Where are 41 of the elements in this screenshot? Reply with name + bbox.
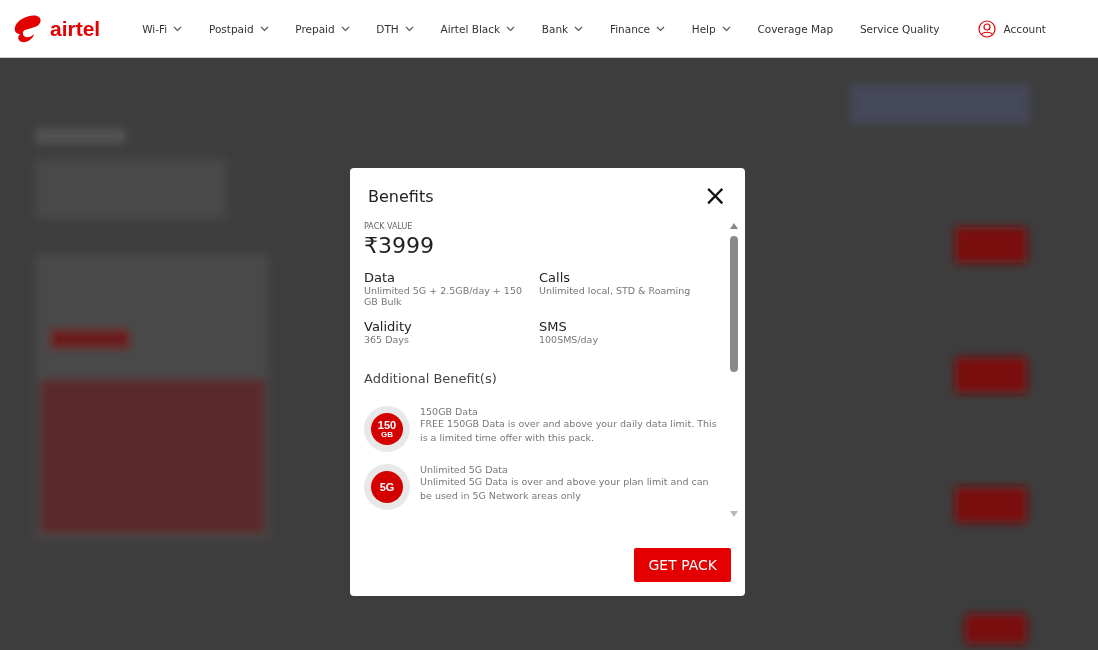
chevron-icon	[574, 25, 584, 32]
section-title: Additional Benefit(s)	[364, 371, 498, 386]
benefit-description: FREE 150GB Data is over and above your daily data limit. This is a limited time offer with this pack.	[420, 417, 718, 445]
benefit-title: 150GB Data	[420, 406, 479, 417]
nav-item[interactable]: Prepaid	[293, 18, 352, 39]
nav-item[interactable]: DTH	[374, 18, 416, 39]
pack-price: ₹3999	[364, 233, 435, 258]
detail-value: Unlimited 5G + 2.5GB/day + 150 GB Bulk	[364, 285, 523, 307]
chevron-icon	[404, 25, 414, 32]
detail-value: 365 Days	[364, 334, 410, 345]
detail-label: Data	[364, 270, 397, 285]
benefit-icon: 5G	[364, 464, 410, 510]
chevron-icon	[506, 25, 516, 32]
chevron-icon	[340, 25, 350, 32]
account-link[interactable]: Account	[971, 18, 1052, 39]
nav-item[interactable]: Airtel Black	[438, 18, 518, 39]
get-pack-button[interactable]: GET PACK	[634, 548, 731, 582]
dialog-title: Benefits	[368, 186, 434, 206]
nav-item[interactable]: Postpaid	[206, 18, 271, 39]
nav-item[interactable]: Bank	[539, 18, 586, 39]
detail-label: SMS	[539, 319, 568, 334]
close-button[interactable]: ×	[703, 184, 727, 208]
chevron-icon	[656, 25, 666, 32]
brand-name: airtel	[50, 16, 101, 41]
nav-item[interactable]: Wi-Fi	[140, 18, 185, 39]
detail-value: 100SMS/day	[539, 334, 600, 345]
detail-value: Unlimited local, STD & Roaming	[539, 285, 692, 296]
benefit-description: Unlimited 5G Data is over and above your plan limit and can be used in 5G Network areas only	[420, 475, 710, 503]
chevron-icon	[721, 25, 731, 32]
pack-value-label: PACK VALUE	[364, 222, 414, 231]
nav-item[interactable]: Service Quality	[857, 18, 942, 39]
detail-label: Validity	[364, 319, 413, 334]
nav-item[interactable]: Coverage Map	[755, 18, 836, 39]
chevron-icon	[173, 25, 183, 32]
benefit-title: Unlimited 5G Data	[420, 464, 509, 475]
nav-item[interactable]: Help	[689, 18, 733, 39]
benefit-icon: 150 GB	[364, 406, 410, 452]
user-icon	[977, 19, 996, 38]
chevron-icon	[259, 25, 269, 32]
nav-item[interactable]: Finance	[607, 18, 668, 39]
detail-label: Calls	[539, 270, 572, 285]
